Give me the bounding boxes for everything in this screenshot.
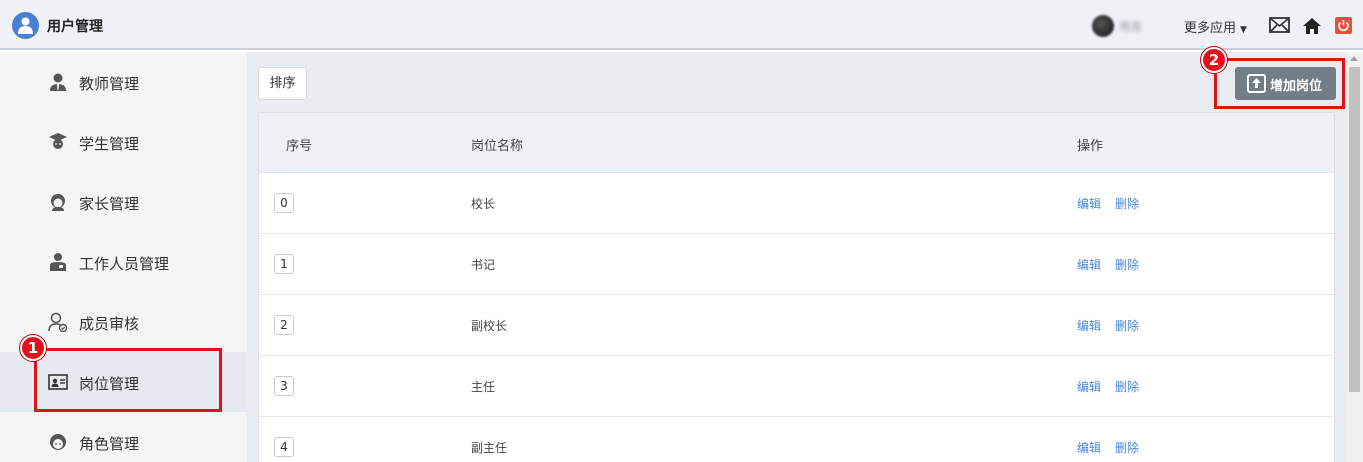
member-review-icon xyxy=(48,312,68,332)
table-row: 1 书记 编辑 删除 xyxy=(259,234,1334,295)
home-icon[interactable] xyxy=(1302,17,1322,35)
delete-link[interactable]: 删除 xyxy=(1115,439,1139,456)
step-marker-1: 1 xyxy=(20,335,46,361)
table-row: 0 校长 编辑 删除 xyxy=(259,173,1334,234)
caret-down-icon: ▼ xyxy=(1240,25,1247,35)
top-header: 用户管理 姓名 更多应用 ▼ xyxy=(0,0,1363,50)
position-name: 副校长 xyxy=(471,319,508,333)
teacher-icon xyxy=(50,73,66,91)
position-name: 副主任 xyxy=(471,441,508,455)
staff-icon xyxy=(50,253,66,271)
column-header-actions: 操作 xyxy=(1077,139,1104,154)
power-icon xyxy=(1338,20,1349,32)
row-index-input[interactable]: 0 xyxy=(274,193,294,213)
user-logo-icon xyxy=(12,12,39,39)
more-apps-menu[interactable]: 更多应用 ▼ xyxy=(1184,17,1247,36)
scroll-thumb[interactable] xyxy=(1349,67,1360,392)
sidebar-item-label: 学生管理 xyxy=(79,135,140,153)
sidebar-item-label: 成员审核 xyxy=(79,315,140,333)
step-marker-2: 2 xyxy=(1201,47,1227,73)
table-header: 序号 岗位名称 操作 xyxy=(259,113,1334,173)
student-icon xyxy=(49,133,67,149)
avatar[interactable] xyxy=(1092,15,1114,37)
power-button[interactable] xyxy=(1335,17,1352,34)
parent-icon xyxy=(51,194,65,211)
column-header-index: 序号 xyxy=(286,139,313,154)
sidebar-item-role[interactable]: 角色管理 xyxy=(0,412,247,462)
sidebar-item-staff[interactable]: 工作人员管理 xyxy=(0,232,247,292)
scroll-up-icon[interactable] xyxy=(1350,56,1358,61)
delete-link[interactable]: 删除 xyxy=(1115,195,1139,212)
table-row: 2 副校长 编辑 删除 xyxy=(259,295,1334,356)
position-table: 序号 岗位名称 操作 0 校长 编辑 删除 1 书记 编辑 删除 2 副校长 编… xyxy=(258,112,1335,462)
role-icon xyxy=(50,434,66,450)
vertical-scrollbar[interactable] xyxy=(1346,52,1363,462)
sidebar-item-student[interactable]: 学生管理 xyxy=(0,112,247,172)
sidebar-item-label: 角色管理 xyxy=(79,435,140,453)
column-header-name: 岗位名称 xyxy=(471,139,524,154)
mail-icon[interactable] xyxy=(1269,17,1290,33)
edit-link[interactable]: 编辑 xyxy=(1077,195,1101,212)
edit-link[interactable]: 编辑 xyxy=(1077,378,1101,395)
position-name: 书记 xyxy=(471,258,496,272)
sidebar-item-label: 家长管理 xyxy=(79,195,140,213)
sidebar-item-label: 工作人员管理 xyxy=(79,255,170,273)
highlight-box-add-button xyxy=(1214,58,1345,109)
row-index-input[interactable]: 4 xyxy=(274,437,294,457)
delete-link[interactable]: 删除 xyxy=(1115,317,1139,334)
edit-link[interactable]: 编辑 xyxy=(1077,317,1101,334)
more-apps-label: 更多应用 xyxy=(1184,21,1237,36)
row-index-input[interactable]: 3 xyxy=(274,376,294,396)
delete-link[interactable]: 删除 xyxy=(1115,256,1139,273)
table-row: 4 副主任 编辑 删除 xyxy=(259,417,1334,462)
row-index-input[interactable]: 1 xyxy=(274,254,294,274)
edit-link[interactable]: 编辑 xyxy=(1077,439,1101,456)
user-name[interactable]: 姓名 xyxy=(1120,18,1142,34)
table-row: 3 主任 编辑 删除 xyxy=(259,356,1334,417)
sidebar-item-label: 教师管理 xyxy=(79,75,140,93)
sort-button[interactable]: 排序 xyxy=(258,67,307,100)
edit-link[interactable]: 编辑 xyxy=(1077,256,1101,273)
sidebar-item-teacher[interactable]: 教师管理 xyxy=(0,52,247,112)
app-title: 用户管理 xyxy=(47,19,103,35)
highlight-box-position-menu xyxy=(34,348,222,412)
position-name: 校长 xyxy=(471,197,496,211)
sidebar-item-parent[interactable]: 家长管理 xyxy=(0,172,247,232)
position-name: 主任 xyxy=(471,380,496,394)
row-index-input[interactable]: 2 xyxy=(274,315,294,335)
delete-link[interactable]: 删除 xyxy=(1115,378,1139,395)
